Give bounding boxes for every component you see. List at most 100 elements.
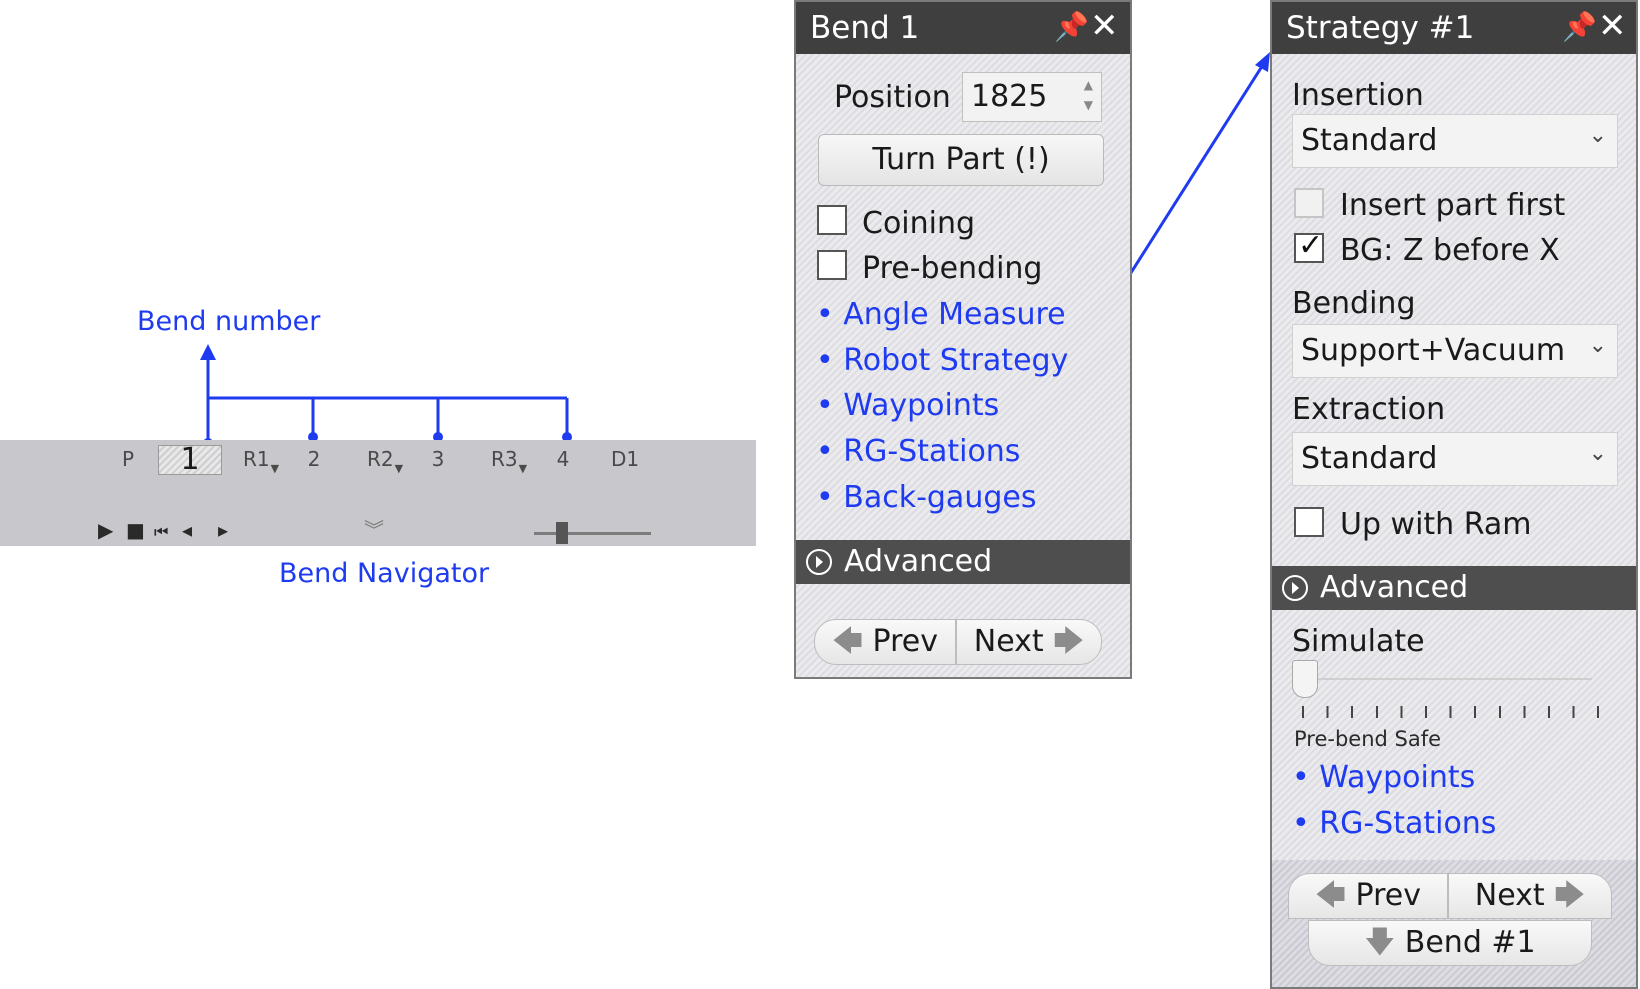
expand-icon <box>1282 575 1308 601</box>
pin-icon[interactable]: 📌 <box>1562 10 1597 43</box>
pre-bending-checkbox[interactable] <box>817 250 847 280</box>
nav-tab-r3-label: R3 <box>490 447 518 471</box>
filter-icon: ▼ <box>270 462 280 475</box>
filter-icon: ▼ <box>518 462 528 475</box>
nav-tab-r2-label: R2 <box>366 447 394 471</box>
simulate-caption: Pre-bend Safe <box>1294 727 1442 751</box>
bend-1-button[interactable]: 🡇 Bend #1 <box>1308 920 1592 966</box>
arrow-down-icon: 🡇 <box>1364 925 1396 960</box>
strategy-panel: Strategy #1 📌 ✕ Insertion Standard ⌄ Ins… <box>1270 0 1638 989</box>
nav-tab-bend-1[interactable]: 1 <box>158 445 222 475</box>
speed-slider-track[interactable] <box>534 532 651 535</box>
extraction-label: Extraction <box>1292 392 1446 427</box>
waypoints-link[interactable]: • Waypoints <box>1292 760 1475 795</box>
strategy-panel-title: Strategy #1 <box>1286 10 1475 46</box>
coining-label: Coining <box>862 206 976 241</box>
skip-first-icon[interactable]: ⏮ <box>154 522 168 542</box>
robot-strategy-link[interactable]: • Robot Strategy <box>816 343 1068 378</box>
bend-1-button-label: Bend #1 <box>1404 925 1536 960</box>
bending-value: Support+Vacuum <box>1301 333 1566 368</box>
nav-tab-r1-label: R1 <box>242 447 270 471</box>
chevron-down-icon: ⌄ <box>1588 333 1607 358</box>
bend-navigator: P 1 R1▼ 2 R2▼ 3 R3▼ 4 D1 ▶ ■ ⏮ ◂ ▸ ︾ <box>0 440 756 546</box>
turn-part-button[interactable]: Turn Part (!) <box>818 134 1104 186</box>
nav-tab-r2[interactable]: R2▼ <box>364 445 406 475</box>
arrow-right-icon: 🡆 <box>1554 878 1586 913</box>
checkmark-icon: ✓ <box>1298 228 1324 263</box>
rg-stations-link[interactable]: • RG-Stations <box>816 434 1020 469</box>
bending-label: Bending <box>1292 286 1416 321</box>
step-back-icon[interactable]: ◂ <box>182 520 192 540</box>
nav-tab-r3[interactable]: R3▼ <box>488 445 530 475</box>
bend-panel-title-bar: Bend 1 📌 ✕ <box>796 2 1130 54</box>
insertion-select[interactable]: Standard ⌄ <box>1292 114 1618 168</box>
bend-panel-title: Bend 1 <box>810 10 920 46</box>
nav-tab-p[interactable]: P <box>118 445 138 473</box>
next-button-label: Next <box>973 624 1044 659</box>
insert-part-first-checkbox[interactable] <box>1294 188 1324 218</box>
close-icon[interactable]: ✕ <box>1598 6 1627 46</box>
insertion-value: Standard <box>1301 123 1438 158</box>
expand-icon <box>806 549 832 575</box>
up-with-ram-checkbox[interactable] <box>1294 507 1324 537</box>
chevron-down-icon: ⌄ <box>1588 441 1607 466</box>
nav-tab-r1[interactable]: R1▼ <box>240 445 282 475</box>
advanced-label: Advanced <box>1320 570 1469 605</box>
arrow-right-icon: 🡆 <box>1053 624 1085 659</box>
back-gauges-link-label: Back-gauges <box>843 480 1037 515</box>
back-gauges-link[interactable]: • Back-gauges <box>816 480 1036 515</box>
advanced-expander[interactable]: Advanced <box>1272 566 1636 610</box>
advanced-label: Advanced <box>844 544 993 579</box>
next-button-label: Next <box>1474 878 1545 913</box>
prev-button-label: Prev <box>1355 878 1421 913</box>
rg-stations-link-label: RG-Stations <box>1319 806 1497 841</box>
position-value: 1825 <box>971 79 1048 114</box>
simulate-label: Simulate <box>1292 624 1425 659</box>
arrow-left-icon: 🡄 <box>1315 878 1346 913</box>
step-forward-icon[interactable]: ▸ <box>218 520 228 540</box>
waypoints-link-label: Waypoints <box>1319 760 1476 795</box>
bend-navigator-annotation: Bend Navigator <box>279 558 490 589</box>
insert-part-first-label: Insert part first <box>1340 188 1566 223</box>
bend-panel: Bend 1 📌 ✕ Position 1825 ▲ ▼ Turn Part (!… <box>794 0 1132 679</box>
waypoints-link[interactable]: • Waypoints <box>816 388 999 423</box>
position-spinner[interactable]: 1825 ▲ ▼ <box>962 72 1102 122</box>
simulate-slider-thumb[interactable] <box>1292 660 1318 698</box>
next-button[interactable]: Next 🡆 <box>1448 873 1612 919</box>
close-icon[interactable]: ✕ <box>1090 6 1119 46</box>
advanced-expander[interactable]: Advanced <box>796 540 1130 584</box>
spinner-arrows-icon[interactable]: ▲ ▼ <box>1084 75 1093 115</box>
stop-icon[interactable]: ■ <box>126 520 145 540</box>
prev-button[interactable]: 🡄 Prev <box>814 619 956 665</box>
nav-tab-bend-2[interactable]: 2 <box>304 445 324 473</box>
bg-z-before-x-checkbox[interactable]: ✓ <box>1294 229 1324 263</box>
up-with-ram-label: Up with Ram <box>1340 507 1532 542</box>
arrow-left-icon: 🡄 <box>832 624 863 659</box>
robot-strategy-link-label: Robot Strategy <box>843 343 1069 378</box>
prev-button-label: Prev <box>872 624 938 659</box>
extraction-value: Standard <box>1301 441 1438 476</box>
extraction-select[interactable]: Standard ⌄ <box>1292 432 1618 486</box>
nav-tab-bend-4[interactable]: 4 <box>553 445 573 473</box>
bend-number-annotation: Bend number <box>137 306 321 337</box>
simulate-ticks <box>1302 706 1600 718</box>
next-button[interactable]: Next 🡆 <box>956 619 1102 665</box>
chevron-down-icon: ⌄ <box>1588 123 1607 148</box>
play-icon[interactable]: ▶ <box>98 520 113 540</box>
prev-button[interactable]: 🡄 Prev <box>1288 873 1448 919</box>
simulate-slider-track[interactable] <box>1294 678 1592 680</box>
pin-icon[interactable]: 📌 <box>1054 10 1089 43</box>
angle-measure-link-label: Angle Measure <box>843 297 1066 332</box>
collapse-icon[interactable]: ︾ <box>364 520 384 540</box>
nav-tab-d1[interactable]: D1 <box>610 445 640 473</box>
nav-tab-bend-3[interactable]: 3 <box>428 445 448 473</box>
waypoints-link-label: Waypoints <box>843 388 1000 423</box>
position-label: Position <box>834 80 951 115</box>
speed-slider-thumb[interactable] <box>556 522 568 544</box>
coining-checkbox[interactable] <box>817 205 847 235</box>
angle-measure-link[interactable]: • Angle Measure <box>816 297 1066 332</box>
pre-bending-label: Pre-bending <box>862 251 1043 286</box>
insertion-label: Insertion <box>1292 78 1424 113</box>
rg-stations-link[interactable]: • RG-Stations <box>1292 806 1496 841</box>
bending-select[interactable]: Support+Vacuum ⌄ <box>1292 324 1618 378</box>
